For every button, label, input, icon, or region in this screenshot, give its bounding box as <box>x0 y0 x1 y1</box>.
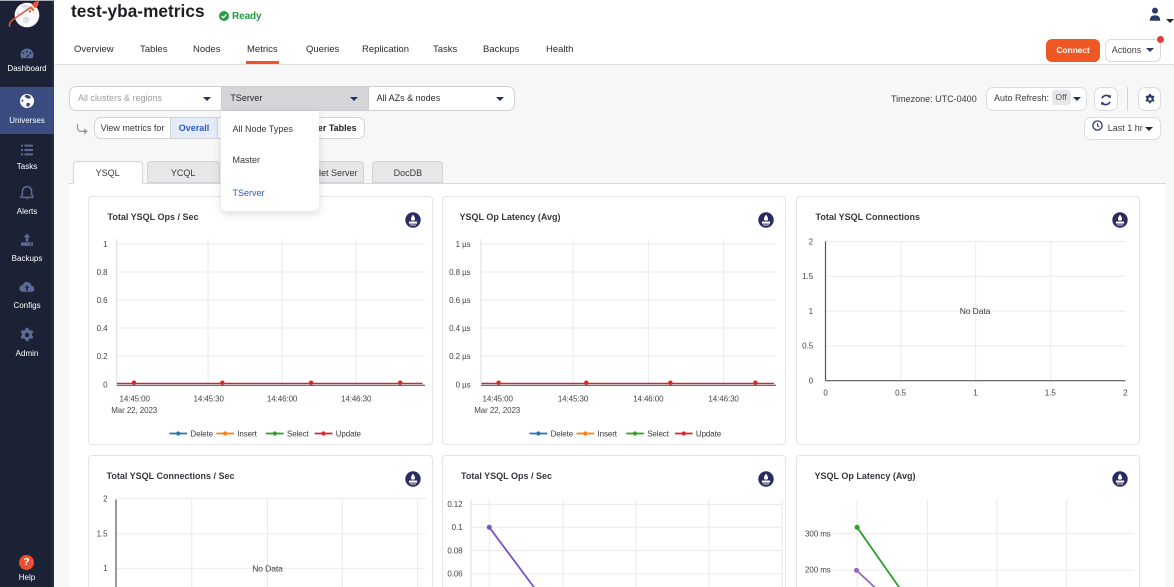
svg-text:200 ms: 200 ms <box>805 566 831 575</box>
svg-text:Insert: Insert <box>237 430 257 439</box>
svg-text:0: 0 <box>823 389 828 398</box>
svg-text:0.8 µs: 0.8 µs <box>449 268 470 277</box>
svg-text:0.4 µs: 0.4 µs <box>449 324 470 333</box>
svg-text:14:46:00: 14:46:00 <box>267 395 298 404</box>
svg-text:2: 2 <box>1123 389 1128 398</box>
svg-text:0.06: 0.06 <box>447 570 463 579</box>
svg-text:14:45:00: 14:45:00 <box>120 395 151 404</box>
svg-text:14:45:30: 14:45:30 <box>558 395 589 404</box>
svg-text:0: 0 <box>103 380 108 389</box>
svg-text:Select: Select <box>287 430 310 439</box>
svg-text:0 µs: 0 µs <box>456 380 471 389</box>
svg-text:0.1: 0.1 <box>452 523 463 532</box>
svg-text:1: 1 <box>103 564 108 573</box>
svg-text:1: 1 <box>809 307 814 316</box>
svg-text:Mar 22, 2023: Mar 22, 2023 <box>474 406 521 415</box>
svg-text:Update: Update <box>696 430 722 439</box>
svg-text:1 µs: 1 µs <box>456 240 471 249</box>
svg-text:14:46:30: 14:46:30 <box>708 395 739 404</box>
svg-text:Insert: Insert <box>598 430 618 439</box>
svg-text:0.2 µs: 0.2 µs <box>449 352 470 361</box>
svg-text:2: 2 <box>809 237 814 246</box>
svg-text:0.6 µs: 0.6 µs <box>449 296 470 305</box>
svg-text:Mar 22, 2023: Mar 22, 2023 <box>111 406 158 415</box>
svg-text:1.5: 1.5 <box>1045 389 1056 398</box>
svg-text:14:45:30: 14:45:30 <box>194 395 225 404</box>
svg-text:14:45:00: 14:45:00 <box>483 395 514 404</box>
svg-text:0.5: 0.5 <box>895 389 906 398</box>
svg-text:0.5: 0.5 <box>802 342 813 351</box>
svg-text:0.8: 0.8 <box>97 268 108 277</box>
svg-text:Select: Select <box>647 430 670 439</box>
svg-text:0.12: 0.12 <box>447 500 463 509</box>
svg-text:Delete: Delete <box>551 430 574 439</box>
svg-text:1.5: 1.5 <box>802 272 813 281</box>
svg-text:14:46:30: 14:46:30 <box>341 395 372 404</box>
svg-text:0.08: 0.08 <box>447 546 463 555</box>
svg-text:0.4: 0.4 <box>97 324 108 333</box>
svg-text:1.5: 1.5 <box>97 530 108 539</box>
svg-text:Delete: Delete <box>190 430 213 439</box>
svg-text:0.2: 0.2 <box>97 352 108 361</box>
svg-text:0: 0 <box>809 377 814 386</box>
svg-text:1: 1 <box>103 240 108 249</box>
svg-text:Update: Update <box>336 430 362 439</box>
svg-text:No Data: No Data <box>960 306 991 316</box>
svg-text:300 ms: 300 ms <box>805 530 831 539</box>
svg-text:2: 2 <box>103 494 108 503</box>
svg-text:1: 1 <box>973 389 978 398</box>
svg-text:No Data: No Data <box>252 563 283 573</box>
svg-text:0.6: 0.6 <box>97 296 108 305</box>
svg-text:14:46:00: 14:46:00 <box>633 395 664 404</box>
